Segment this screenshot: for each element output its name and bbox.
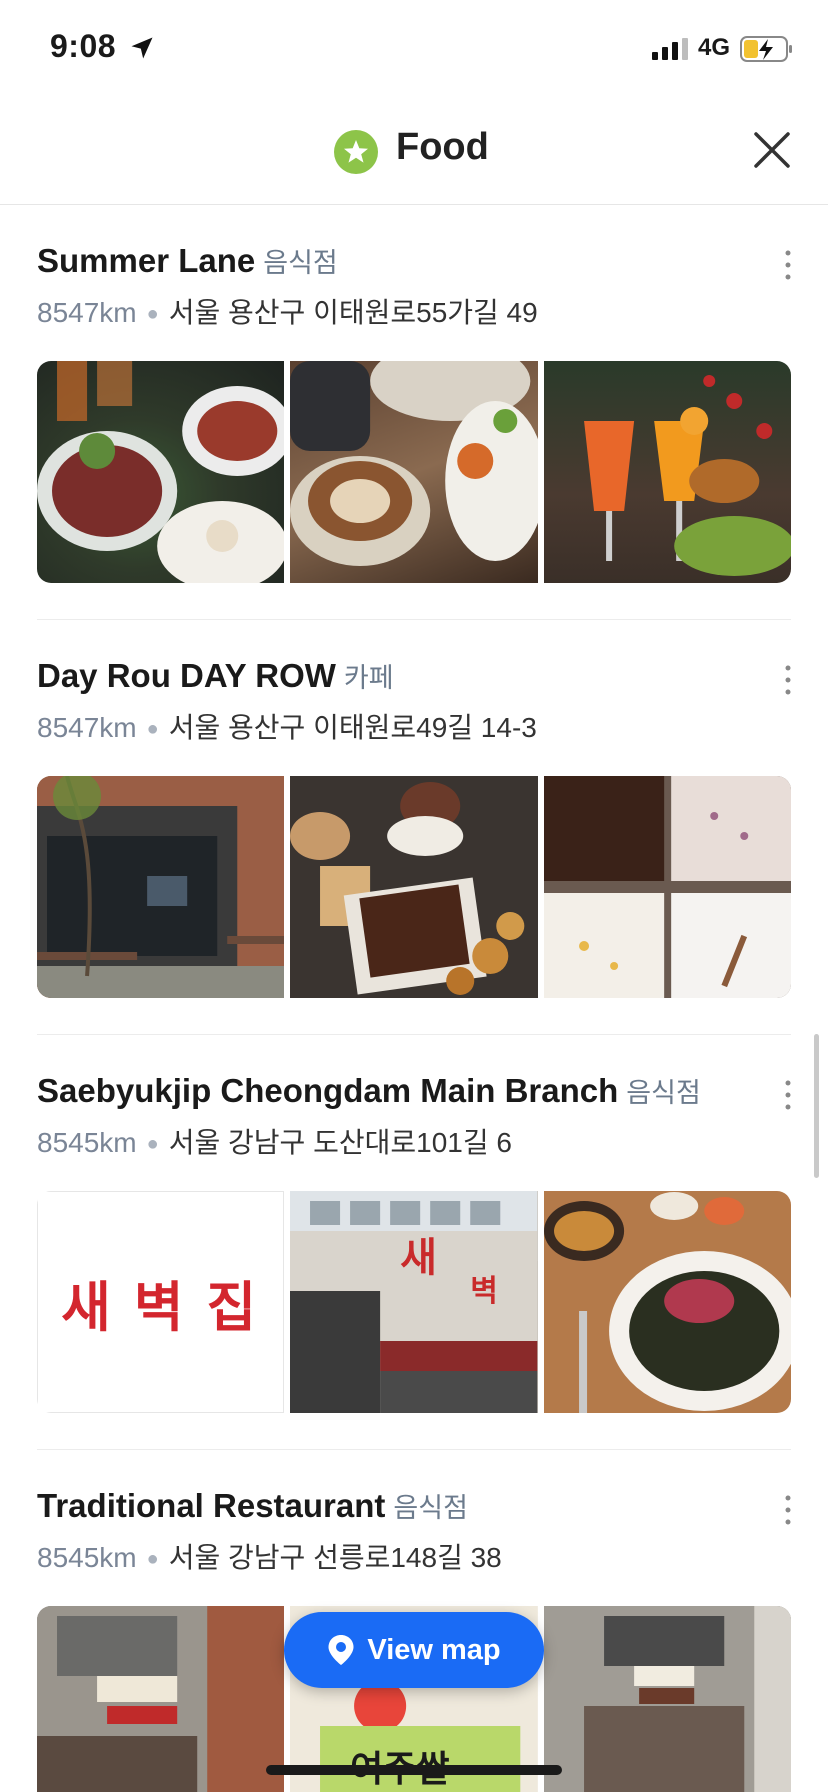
place-address: 서울 용산구 이태원로49길 14-3 — [168, 712, 537, 743]
battery-charging-icon — [740, 36, 792, 62]
star-icon — [344, 140, 368, 163]
place-photo[interactable] — [37, 1606, 285, 1792]
place-distance: 8547km — [37, 712, 137, 743]
more-options-icon[interactable] — [776, 662, 800, 698]
place-photo[interactable]: 새 벽 — [290, 1191, 538, 1413]
place-category: 카페 — [343, 663, 394, 693]
place-address: 서울 강남구 도산대로101길 6 — [168, 1127, 512, 1158]
place-photo[interactable] — [543, 1606, 791, 1792]
place-photo[interactable] — [543, 1191, 791, 1413]
place-photo[interactable] — [37, 776, 285, 998]
separator-dot: ● — [146, 303, 159, 326]
photo-strip — [37, 361, 791, 583]
separator-dot: ● — [146, 718, 159, 741]
place-category: 음식점 — [393, 1493, 468, 1523]
more-options-icon[interactable] — [776, 247, 800, 283]
place-name[interactable]: Saebyukjip Cheongdam Main Branch — [37, 1072, 618, 1109]
more-options-icon[interactable] — [776, 1492, 800, 1528]
location-arrow-icon — [131, 37, 153, 59]
status-time: 9:08 — [50, 28, 117, 64]
place-name[interactable]: Traditional Restaurant — [37, 1487, 385, 1524]
view-map-label: View map — [367, 1633, 501, 1666]
place-photo[interactable] — [543, 776, 791, 998]
network-label: 4G — [698, 34, 731, 61]
place-logo-photo[interactable]: 새 벽 집 — [37, 1191, 285, 1413]
place-address: 서울 강남구 선릉로148길 38 — [168, 1542, 502, 1573]
place-card[interactable]: Saebyukjip Cheongdam Main Branch 음식점 8545… — [0, 1035, 828, 1450]
close-icon[interactable] — [752, 130, 792, 170]
place-name[interactable]: Summer Lane — [37, 242, 255, 279]
place-photo[interactable] — [290, 776, 538, 998]
separator-dot: ● — [146, 1133, 159, 1156]
place-address: 서울 용산구 이태원로55가길 49 — [168, 297, 538, 328]
place-card[interactable]: Day Rou DAY ROW 카페 8547km ● 서울 용산구 이태원로49길 … — [0, 620, 828, 1035]
place-category: 음식점 — [626, 1078, 701, 1108]
status-bar: 9:08 4G — [0, 0, 828, 100]
place-card[interactable]: Summer Lane 음식점 8547km ● 서울 용산구 이태원로55가길 49 — [0, 205, 828, 620]
separator-dot: ● — [146, 1548, 159, 1571]
place-distance: 8545km — [37, 1542, 137, 1573]
place-list: Summer Lane 음식점 8547km ● 서울 용산구 이태원로55가길 49 — [0, 205, 828, 1792]
place-distance: 8547km — [37, 297, 137, 328]
photo-strip: 새 벽 집 새 벽 — [37, 1191, 791, 1413]
scroll-indicator[interactable] — [814, 1034, 819, 1178]
header: Food — [0, 100, 828, 205]
svg-text:벽: 벽 — [471, 1274, 499, 1309]
place-name[interactable]: Day Rou DAY ROW — [37, 657, 336, 694]
more-options-icon[interactable] — [776, 1077, 800, 1113]
photo-strip — [37, 776, 791, 998]
place-distance: 8545km — [37, 1127, 137, 1158]
map-pin-icon — [328, 1635, 354, 1665]
food-badge — [334, 130, 378, 174]
home-indicator[interactable] — [266, 1765, 562, 1775]
page-title: Food — [396, 126, 489, 168]
logo-text: 새 벽 집 — [61, 1277, 261, 1338]
place-photo[interactable] — [37, 361, 285, 583]
screen: 9:08 4G Food Summer Lane 음식점 8547km ● 서울… — [0, 0, 828, 1792]
svg-text:새: 새 — [400, 1235, 437, 1281]
place-photo[interactable] — [290, 361, 538, 583]
place-photo[interactable] — [543, 361, 791, 583]
view-map-button[interactable]: View map — [284, 1612, 544, 1688]
place-category: 음식점 — [263, 248, 338, 278]
signal-icon — [652, 38, 688, 60]
